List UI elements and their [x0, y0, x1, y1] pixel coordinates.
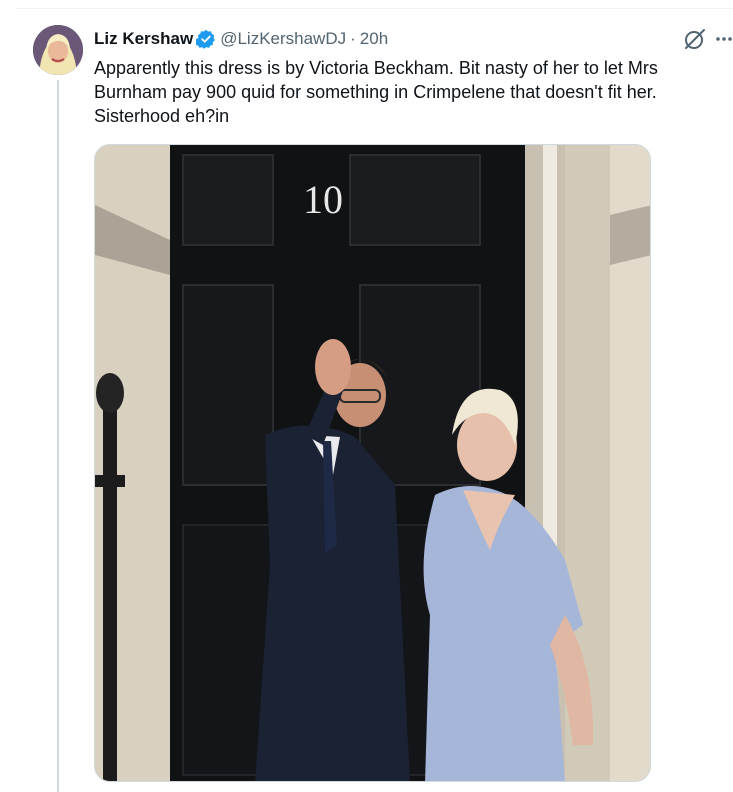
top-divider — [16, 8, 733, 9]
tweet-text: Apparently this dress is by Victoria Bec… — [94, 58, 658, 126]
avatar[interactable] — [33, 25, 83, 75]
author-name[interactable]: Liz Kershaw — [94, 29, 193, 49]
tweet-header: Liz Kershaw @LizKershawDJ · 20h — [94, 28, 388, 50]
separator-dot: · — [350, 29, 356, 48]
more-options-icon[interactable] — [714, 27, 733, 51]
grok-icon[interactable] — [683, 27, 707, 51]
thread-line — [57, 80, 59, 792]
verified-badge-icon — [193, 29, 216, 49]
door-number: 10 — [303, 177, 343, 222]
author-handle[interactable]: @LizKershawDJ — [220, 29, 346, 49]
tweet-timestamp[interactable]: 20h — [360, 29, 388, 49]
tweet-photo[interactable]: 10 — [94, 144, 651, 782]
